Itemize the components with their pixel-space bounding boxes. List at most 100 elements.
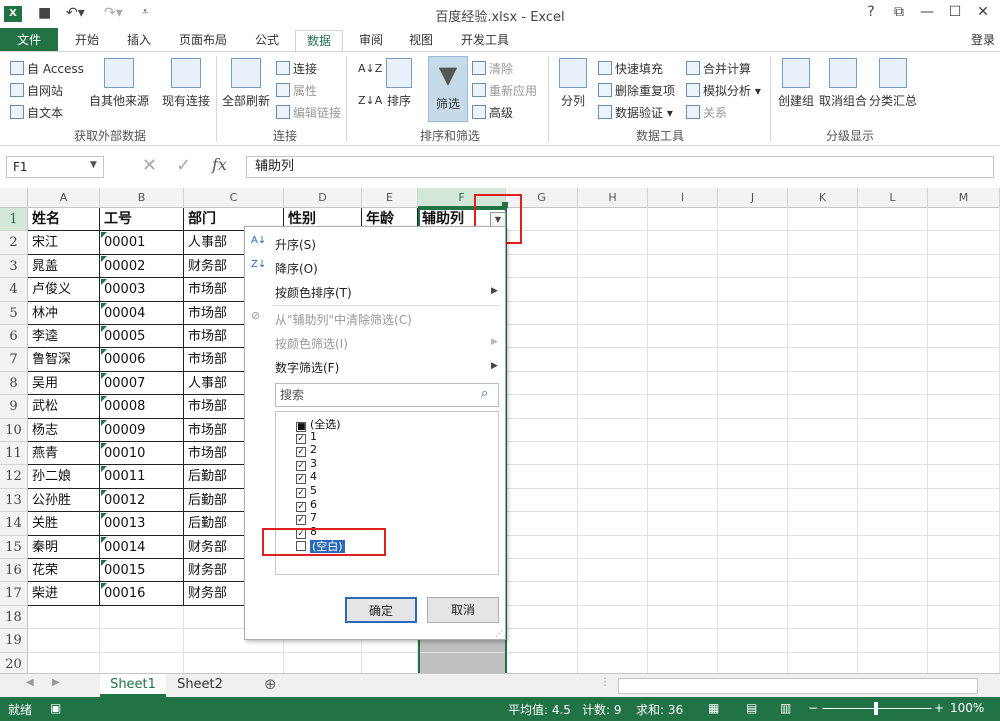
- cell[interactable]: [928, 488, 1000, 513]
- row-header[interactable]: 12: [0, 465, 28, 489]
- row-header[interactable]: 13: [0, 488, 28, 513]
- row-header[interactable]: 2: [0, 231, 28, 255]
- column-header[interactable]: J: [718, 188, 788, 208]
- cell[interactable]: [578, 325, 648, 349]
- cell[interactable]: [648, 535, 718, 559]
- cell[interactable]: [28, 605, 100, 630]
- sort-asc-icon[interactable]: A↓Z: [358, 62, 382, 75]
- row-header[interactable]: 11: [0, 442, 28, 466]
- remove-duplicates-button[interactable]: 删除重复项: [598, 82, 675, 99]
- cell[interactable]: 姓名: [28, 208, 100, 232]
- cell[interactable]: [928, 559, 1000, 583]
- cell[interactable]: [648, 301, 718, 325]
- cell[interactable]: [928, 254, 1000, 279]
- cancel-icon[interactable]: ✕: [142, 155, 157, 176]
- cell[interactable]: [788, 371, 858, 396]
- horizontal-scrollbar[interactable]: [618, 678, 978, 694]
- cell[interactable]: [788, 418, 858, 442]
- cell[interactable]: [788, 208, 858, 232]
- cell[interactable]: [578, 371, 648, 396]
- cell[interactable]: [788, 488, 858, 513]
- row-header[interactable]: 9: [0, 395, 28, 419]
- close-icon[interactable]: ✕: [970, 4, 996, 20]
- cell[interactable]: [578, 582, 648, 606]
- cell[interactable]: [648, 605, 718, 630]
- cell[interactable]: 公孙胜: [28, 488, 100, 513]
- zoom-level[interactable]: 100%: [950, 701, 984, 715]
- cell[interactable]: [858, 301, 928, 325]
- cell[interactable]: 花荣: [28, 559, 100, 583]
- cell[interactable]: [506, 535, 578, 559]
- row-header[interactable]: 17: [0, 582, 28, 606]
- cell[interactable]: [648, 442, 718, 466]
- cell[interactable]: [578, 254, 648, 279]
- column-header[interactable]: B: [100, 188, 184, 208]
- cell[interactable]: [718, 395, 788, 419]
- cell[interactable]: [578, 418, 648, 442]
- cell[interactable]: [788, 278, 858, 302]
- row-header[interactable]: 5: [0, 301, 28, 325]
- prev-sheet-icon[interactable]: ◀: [26, 677, 34, 688]
- cell[interactable]: [506, 325, 578, 349]
- cell[interactable]: 关胜: [28, 512, 100, 536]
- cell[interactable]: [506, 418, 578, 442]
- data-validation-button[interactable]: 数据验证 ▾: [598, 104, 673, 121]
- cell[interactable]: [858, 559, 928, 583]
- cell[interactable]: [718, 629, 788, 653]
- cell[interactable]: [718, 535, 788, 559]
- cell[interactable]: [648, 325, 718, 349]
- cell[interactable]: [506, 278, 578, 302]
- cell[interactable]: [858, 254, 928, 279]
- menu-sort-descending[interactable]: 降序(O): [275, 260, 318, 277]
- cell[interactable]: [858, 535, 928, 559]
- zoom-slider-handle[interactable]: [874, 702, 878, 715]
- cell[interactable]: [506, 395, 578, 419]
- next-sheet-icon[interactable]: ▶: [52, 677, 60, 688]
- sheet-tab-sheet2[interactable]: Sheet2: [168, 674, 232, 697]
- insert-function-icon[interactable]: fx: [212, 155, 227, 174]
- cell[interactable]: [858, 325, 928, 349]
- cell[interactable]: [788, 629, 858, 653]
- cell[interactable]: [788, 605, 858, 630]
- filter-item[interactable]: ✓ 5: [296, 484, 317, 498]
- cell[interactable]: [718, 301, 788, 325]
- cell[interactable]: [928, 512, 1000, 536]
- row-header[interactable]: 15: [0, 535, 28, 559]
- cell[interactable]: [788, 535, 858, 559]
- menu-sort-ascending[interactable]: 升序(S): [275, 236, 316, 253]
- more-options-icon[interactable]: ⋮: [600, 677, 610, 688]
- checkbox-icon[interactable]: ✓: [296, 447, 306, 458]
- cell[interactable]: [788, 442, 858, 466]
- cell[interactable]: [858, 348, 928, 372]
- normal-view-icon[interactable]: ▦: [708, 701, 719, 715]
- row-header[interactable]: 19: [0, 629, 28, 653]
- from-other-sources-button[interactable]: 自其他来源: [86, 58, 152, 109]
- cell[interactable]: [788, 301, 858, 325]
- row-header[interactable]: 20: [0, 652, 28, 674]
- cell[interactable]: [578, 559, 648, 583]
- cell[interactable]: [928, 652, 1000, 674]
- cell[interactable]: [578, 605, 648, 630]
- cell[interactable]: [648, 395, 718, 419]
- cell[interactable]: [928, 629, 1000, 653]
- checkbox-icon[interactable]: ✓: [296, 460, 306, 471]
- cell[interactable]: [928, 582, 1000, 606]
- cell[interactable]: [718, 442, 788, 466]
- ungroup-button[interactable]: 取消组合: [818, 58, 868, 109]
- column-header[interactable]: H: [578, 188, 648, 208]
- cell[interactable]: [928, 442, 1000, 466]
- minimize-icon[interactable]: —: [914, 4, 940, 20]
- checkbox-icon[interactable]: ✓: [296, 501, 306, 512]
- cell[interactable]: [928, 371, 1000, 396]
- column-header[interactable]: A: [28, 188, 100, 208]
- cell[interactable]: [718, 488, 788, 513]
- help-button[interactable]: ?: [858, 4, 884, 20]
- cell[interactable]: [928, 465, 1000, 489]
- macro-record-icon[interactable]: ▣: [50, 701, 61, 715]
- tab-view[interactable]: 视图: [398, 30, 444, 52]
- row-header[interactable]: 18: [0, 605, 28, 630]
- cell[interactable]: [858, 208, 928, 232]
- cell[interactable]: [858, 512, 928, 536]
- select-all-corner[interactable]: [0, 188, 28, 208]
- cell[interactable]: 秦明: [28, 535, 100, 559]
